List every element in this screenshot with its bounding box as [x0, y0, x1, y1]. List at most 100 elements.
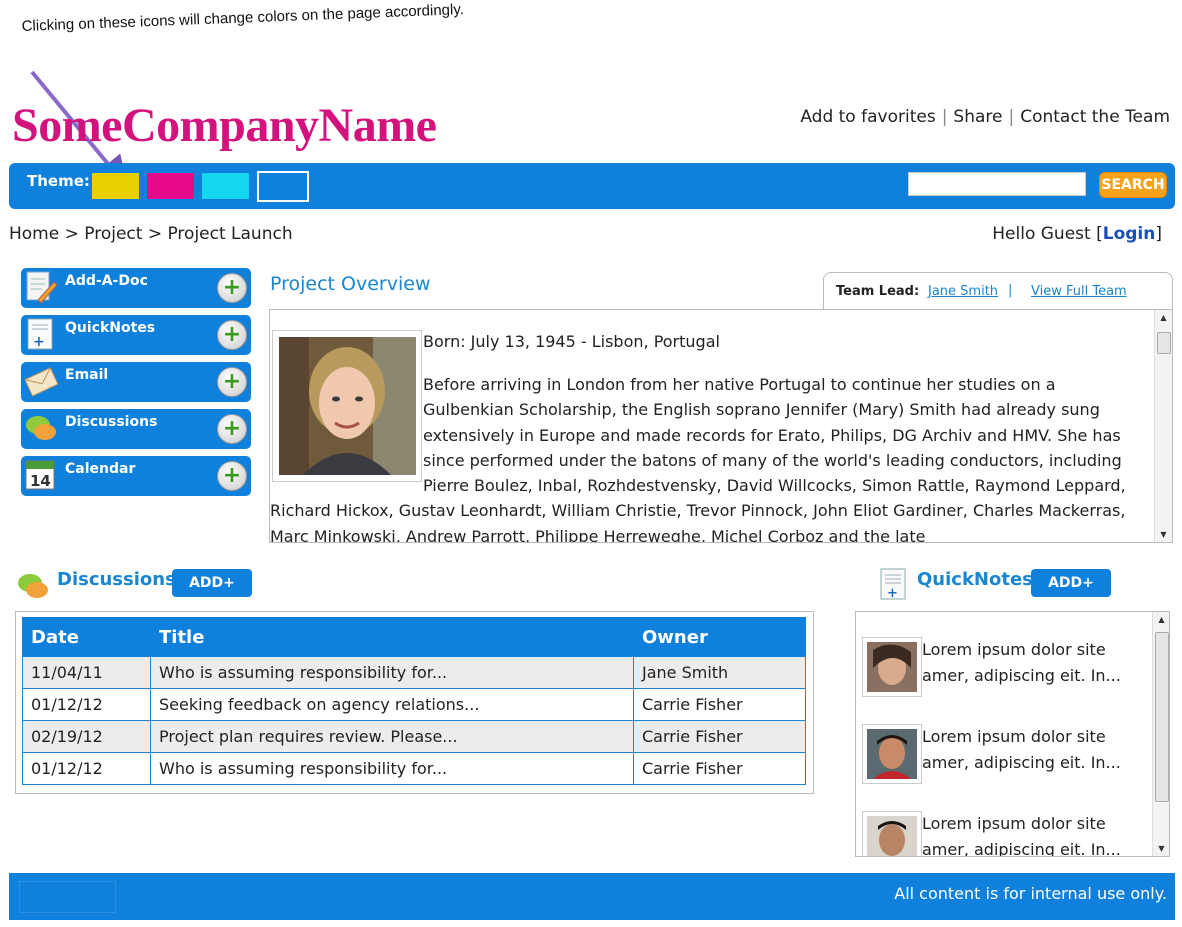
table-row[interactable]: 02/19/12 Project plan requires review. P… — [22, 720, 806, 753]
owner-cell: Jane Smith — [633, 656, 806, 689]
sidebar-item-discussions[interactable]: Discussions + — [21, 409, 251, 449]
team-lead-label: Team Lead: — [836, 284, 920, 299]
owner-cell: Carrie Fisher — [633, 752, 806, 785]
discussions-title: Discussions — [57, 569, 176, 590]
list-item[interactable]: Lorem ipsum dolor site amer, adipiscing … — [862, 724, 1142, 784]
add-discussion-button[interactable]: ADD+ — [172, 569, 252, 597]
sidebar-item-label: QuickNotes — [65, 320, 156, 336]
title-cell[interactable]: Seeking feedback on agency relations... — [150, 688, 634, 721]
team-lead-link[interactable]: Jane Smith — [928, 284, 998, 299]
quicknotes-scrollbar[interactable]: ▲ ▼ — [1152, 612, 1169, 856]
list-item[interactable]: Lorem ipsum dolor site amer, adipiscing … — [862, 637, 1142, 697]
separator: | — [1008, 107, 1015, 127]
sidebar-item-add-a-doc[interactable]: Add-A-Doc + — [21, 268, 251, 308]
date-cell: 11/04/11 — [22, 656, 151, 689]
notes-add-icon: + — [880, 568, 906, 601]
bracket-open: [ — [1096, 224, 1103, 244]
born-info: Born: July 13, 1945 - Lisbon, Portugal — [423, 332, 720, 351]
bracket-close: ] — [1155, 224, 1162, 244]
document-pencil-icon — [26, 271, 58, 304]
svg-text:+: + — [33, 334, 45, 350]
annotation-text: Clicking on these icons will change colo… — [21, 1, 465, 36]
sidebar-item-label: Calendar — [65, 461, 136, 477]
table-row[interactable]: 01/12/12 Seeking feedback on agency rela… — [22, 688, 806, 721]
table-row[interactable]: 01/12/12 Who is assuming responsibility … — [22, 752, 806, 785]
team-lead-tab: Team Lead: Jane Smith | View Full Team — [823, 272, 1173, 311]
quicknote-text: Lorem ipsum dolor site amer, adipiscing … — [922, 640, 1121, 685]
calendar-icon: 14 — [25, 460, 55, 490]
project-overview-title: Project Overview — [270, 273, 431, 295]
scroll-thumb[interactable] — [1157, 332, 1171, 354]
search-input[interactable] — [908, 172, 1086, 196]
avatar — [862, 724, 922, 784]
theme-swatch-blue[interactable] — [257, 171, 309, 202]
date-cell: 02/19/12 — [22, 720, 151, 753]
date-cell: 01/12/12 — [22, 752, 151, 785]
overview-scrollbar[interactable]: ▲ ▼ — [1154, 310, 1172, 542]
theme-swatch-cyan[interactable] — [202, 173, 249, 199]
separator: | — [941, 107, 948, 127]
plus-icon[interactable]: + — [217, 367, 247, 397]
quicknotes-panel[interactable]: Lorem ipsum dolor site amer, adipiscing … — [855, 611, 1170, 857]
sidebar-item-quicknotes[interactable]: + QuickNotes + — [21, 315, 251, 355]
owner-cell: Carrie Fisher — [633, 720, 806, 753]
title-cell[interactable]: Who is assuming responsibility for... — [150, 752, 634, 785]
project-overview-panel[interactable]: Born: July 13, 1945 - Lisbon, Portugal B… — [269, 309, 1173, 543]
view-full-team-link[interactable]: View Full Team — [1031, 284, 1127, 299]
envelope-icon — [24, 367, 58, 397]
chat-bubbles-icon — [18, 574, 48, 598]
table-row[interactable]: 11/04/11 Who is assuming responsibility … — [22, 656, 806, 689]
greeting: Hello Guest [Login] — [992, 224, 1162, 244]
table-header-row: Date Title Owner — [22, 617, 806, 657]
greeting-text: Hello Guest — [992, 224, 1091, 244]
date-cell: 01/12/12 — [22, 688, 151, 721]
add-to-favorites-link[interactable]: Add to favorites — [800, 107, 935, 127]
avatar — [862, 637, 922, 697]
quicknote-text: Lorem ipsum dolor site amer, adipiscing … — [922, 727, 1121, 772]
top-links: Add to favorites | Share | Contact the Team — [800, 107, 1170, 127]
scroll-thumb[interactable] — [1155, 632, 1169, 802]
sidebar-item-label: Email — [65, 367, 109, 383]
login-link[interactable]: Login — [1103, 224, 1156, 244]
photo-spacer — [270, 372, 423, 497]
theme-label: Theme: — [27, 172, 90, 190]
column-header-date[interactable]: Date — [22, 617, 151, 657]
calendar-day: 14 — [30, 472, 51, 490]
list-item[interactable]: Lorem ipsum dolor site amer, adipiscing … — [862, 811, 1142, 857]
title-cell[interactable]: Who is assuming responsibility for... — [150, 656, 634, 689]
chat-bubbles-icon — [26, 416, 56, 440]
search-button[interactable]: SEARCH — [1099, 172, 1167, 198]
share-link[interactable]: Share — [953, 107, 1002, 127]
add-quicknote-button[interactable]: ADD+ — [1031, 569, 1111, 597]
company-logo[interactable]: SomeCompanyName — [12, 98, 437, 153]
breadcrumb[interactable]: Home > Project > Project Launch — [9, 224, 293, 244]
theme-swatch-yellow[interactable] — [92, 173, 139, 199]
avatar — [862, 811, 922, 856]
footer: All content is for internal use only. — [9, 873, 1175, 920]
footer-text: All content is for internal use only. — [894, 884, 1167, 903]
scroll-down-icon[interactable]: ▼ — [1153, 844, 1169, 853]
owner-cell: Carrie Fisher — [633, 688, 806, 721]
sidebar-item-calendar[interactable]: 14 Calendar + — [21, 456, 251, 496]
theme-swatch-magenta[interactable] — [147, 173, 194, 199]
plus-icon[interactable]: + — [217, 273, 247, 303]
svg-text:+: + — [887, 586, 898, 601]
column-header-title[interactable]: Title — [150, 617, 634, 657]
sidebar-item-label: Discussions — [65, 414, 158, 430]
quicknote-text: Lorem ipsum dolor site amer, adipiscing … — [922, 814, 1121, 857]
title-cell[interactable]: Project plan requires review. Please... — [150, 720, 634, 753]
scroll-up-icon[interactable]: ▲ — [1153, 615, 1169, 624]
separator: | — [1008, 283, 1013, 298]
notes-add-icon: + — [27, 318, 53, 350]
bio-container: Before arriving in London from her nativ… — [270, 372, 1148, 542]
contact-team-link[interactable]: Contact the Team — [1020, 107, 1170, 127]
column-header-owner[interactable]: Owner — [633, 617, 806, 657]
scroll-down-icon[interactable]: ▼ — [1155, 530, 1172, 539]
footer-placeholder — [19, 881, 116, 913]
plus-icon[interactable]: + — [217, 414, 247, 444]
scroll-up-icon[interactable]: ▲ — [1155, 313, 1172, 322]
sidebar-item-label: Add-A-Doc — [65, 273, 148, 289]
plus-icon[interactable]: + — [217, 461, 247, 491]
plus-icon[interactable]: + — [217, 320, 247, 350]
sidebar-item-email[interactable]: Email + — [21, 362, 251, 402]
